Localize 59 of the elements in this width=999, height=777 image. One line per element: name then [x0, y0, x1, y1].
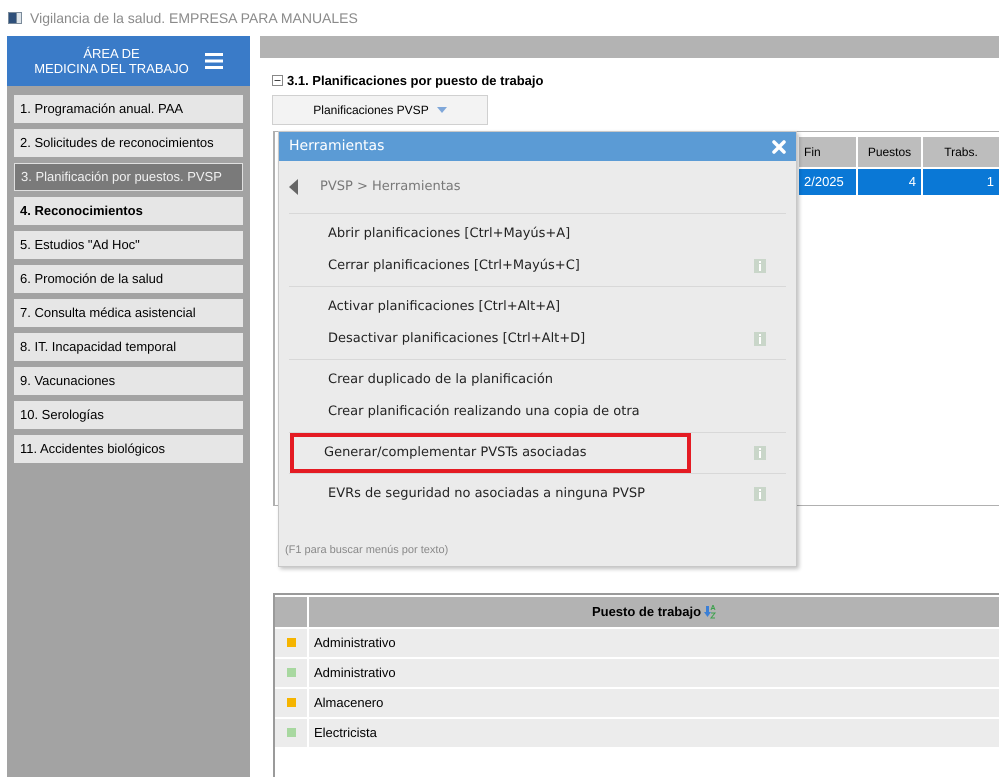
- table-row[interactable]: 2/2025 4 1: [799, 168, 999, 194]
- column-header: [275, 596, 307, 626]
- column-title: Puesto de trabajo: [592, 602, 702, 621]
- table-cell[interactable]: Administrativo: [309, 628, 999, 656]
- table-cell: 2/2025: [799, 168, 856, 194]
- column-header[interactable]: Fin: [799, 136, 856, 166]
- sort-icon: [704, 604, 716, 618]
- collapse-icon[interactable]: [272, 75, 283, 86]
- info-icon: [754, 446, 766, 460]
- dropdown-label: Planificaciones PVSP: [313, 102, 429, 118]
- menu-item-label: Abrir planificaciones [Ctrl+Mayús+A]: [327, 225, 572, 244]
- sidebar-item[interactable]: 8. IT. Incapacidad temporal: [14, 333, 243, 361]
- menu-item[interactable]: Abrir planificaciones [Ctrl+Mayús+A]: [289, 218, 786, 250]
- menu-item[interactable]: Crear planificación realizando una copia de otra: [289, 396, 786, 428]
- sidebar-item[interactable]: 11. Accidentes biológicos: [14, 435, 243, 463]
- menu-item-label: Desactivar planificaciones [Ctrl+Alt+D]: [327, 330, 586, 348]
- app-icon: [8, 12, 22, 24]
- close-icon[interactable]: [772, 140, 786, 154]
- area-title: ÁREA DE MEDICINA DEL TRABAJO: [34, 46, 189, 76]
- info-icon: [754, 259, 766, 273]
- info-icon: [754, 332, 766, 346]
- sidebar-item[interactable]: 10. Serologías: [14, 401, 243, 429]
- menu-item-label: Activar planificaciones [Ctrl+Alt+A]: [327, 298, 562, 316]
- menu-item[interactable]: Crear duplicado de la planificación: [289, 364, 786, 396]
- menu-title: Herramientas: [289, 137, 384, 156]
- menu-item-label: Crear duplicado de la planificación: [327, 371, 554, 390]
- section-title: 3.1. Planificaciones por puesto de trabajo: [287, 72, 544, 90]
- menu-icon[interactable]: [204, 53, 223, 69]
- sidebar-item[interactable]: 4. Reconocimientos: [14, 197, 243, 225]
- table-cell: 1: [923, 168, 999, 194]
- menu-item[interactable]: Activar planificaciones [Ctrl+Alt+A]: [289, 291, 786, 323]
- sidebar-item[interactable]: 9. Vacunaciones: [14, 367, 243, 395]
- table-cell[interactable]: Electricista: [309, 718, 999, 746]
- sidebar-item[interactable]: 2. Solicitudes de reconocimientos: [14, 129, 243, 157]
- sidebar-item[interactable]: 1. Programación anual. PAA: [14, 95, 243, 123]
- menu-item[interactable]: Desactivar planificaciones [Ctrl+Alt+D]: [289, 323, 786, 355]
- menu-item-label: Crear planificación realizando una copia de otra: [327, 403, 641, 422]
- menu-item[interactable]: EVRs de seguridad no asociadas a ninguna PVSP: [289, 478, 786, 510]
- sidebar-item[interactable]: 3. Planificación por puestos. PVSP: [14, 163, 243, 191]
- column-header[interactable]: Trabs.: [923, 136, 999, 166]
- info-icon: [754, 487, 766, 501]
- menu-item[interactable]: Cerrar planificaciones [Ctrl+Mayús+C]: [289, 250, 786, 282]
- hint-text: (F1 para buscar menús por texto): [285, 542, 450, 558]
- sidebar-item[interactable]: 6. Promoción de la salud: [14, 265, 243, 293]
- caret-icon: [436, 106, 447, 112]
- column-header[interactable]: Puestos: [858, 136, 921, 166]
- menu-item-label: Generar/complementar PVSTs asociadas: [290, 433, 691, 473]
- table-cell[interactable]: Almacenero: [309, 688, 999, 716]
- sidebar-item[interactable]: 5. Estudios "Ad Hoc": [14, 231, 243, 259]
- back-icon[interactable]: [289, 179, 298, 195]
- column-header[interactable]: Puesto de trabajo: [309, 596, 999, 626]
- plans-dropdown[interactable]: Planificaciones PVSP: [272, 94, 488, 124]
- sidebar-item[interactable]: 7. Consulta médica asistencial: [14, 299, 243, 327]
- table-cell: 4: [858, 168, 921, 194]
- breadcrumb: PVSP > Herramientas: [320, 178, 461, 196]
- window-title: Vigilancia de la salud. EMPRESA PARA MANUALES: [30, 8, 358, 28]
- menu-item-label: Cerrar planificaciones [Ctrl+Mayús+C]: [327, 257, 581, 276]
- table-cell[interactable]: Administrativo: [309, 658, 999, 686]
- menu-item-label: EVRs de seguridad no asociadas a ninguna PVSP: [327, 485, 646, 504]
